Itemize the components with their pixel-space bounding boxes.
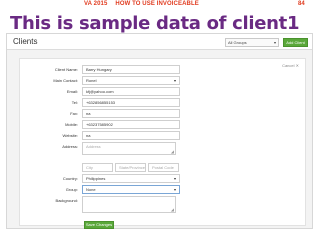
client-name-input[interactable]: Barry Hungary: [82, 65, 180, 74]
main-contact-value: Ronel: [86, 78, 97, 83]
fax-label: Fax:: [70, 111, 78, 116]
group-filter-value: All Groups: [228, 40, 247, 45]
client-form-card: Cancel ✕ Client Name: Barry Hungary Main…: [19, 58, 306, 229]
country-value: Philippines: [86, 176, 106, 181]
main-contact-select[interactable]: Ronel ▾: [82, 76, 180, 85]
app-header: Clients All Groups ▾ Add Client: [7, 34, 312, 50]
cancel-button[interactable]: Cancel ✕: [282, 63, 299, 68]
city-input[interactable]: City: [82, 163, 113, 172]
mobile-label: Mobile:: [65, 122, 78, 127]
group-select[interactable]: None ▾: [82, 185, 180, 194]
client-name-label: Client Name:: [54, 67, 78, 72]
page-title: Clients: [13, 37, 38, 46]
country-select[interactable]: Philippines ▾: [82, 174, 180, 183]
tel-label: Tel:: [71, 100, 78, 105]
background-textarea[interactable]: ◢: [82, 196, 176, 213]
group-filter-select[interactable]: All Groups ▾: [225, 38, 279, 47]
close-icon: ✕: [295, 63, 299, 68]
state-input[interactable]: State/Province: [115, 163, 146, 172]
country-label: Country:: [62, 176, 78, 181]
chevron-down-icon: ▾: [273, 40, 276, 45]
course-subtitle: HOW TO USE INVOICEABLE: [115, 1, 199, 7]
chevron-down-icon: ▾: [173, 176, 176, 181]
website-label: Website:: [62, 133, 79, 138]
slide-title: This is sample data of client1: [10, 13, 300, 34]
fax-field[interactable]: na: [82, 109, 180, 118]
course-code: VA 2015: [84, 1, 108, 7]
group-value: None: [86, 187, 96, 192]
slide-header: VA 2015 HOW TO USE INVOICEABLE 84: [0, 0, 320, 10]
resize-grip-icon[interactable]: ◢: [171, 207, 174, 212]
chevron-down-icon: ▾: [173, 78, 176, 83]
course-label: VA 2015 HOW TO USE INVOICEABLE: [84, 1, 199, 7]
address-label: Address:: [62, 144, 78, 149]
postal-code-input[interactable]: Postal Code: [148, 163, 179, 172]
page-number: 84: [298, 1, 305, 7]
app-window: Clients All Groups ▾ Add Client Cancel ✕…: [6, 33, 313, 229]
email-label: Email:: [66, 89, 78, 94]
website-field[interactable]: na: [82, 131, 180, 140]
resize-grip-icon[interactable]: ◢: [171, 149, 174, 154]
group-label: Group:: [65, 187, 78, 192]
mobile-field[interactable]: +63237585902: [82, 120, 180, 129]
email-field[interactable]: kfj@yahoo.com: [82, 87, 180, 96]
address-placeholder: Address: [86, 144, 101, 149]
cancel-label: Cancel: [282, 63, 295, 68]
main-contact-label: Main Contact:: [53, 78, 78, 83]
save-changes-button[interactable]: Save Changes: [84, 221, 114, 229]
address-textarea[interactable]: Address ◢: [82, 142, 176, 155]
tel-field[interactable]: +632856855153: [82, 98, 180, 107]
background-label: Background:: [55, 198, 78, 203]
add-client-button[interactable]: Add Client: [283, 38, 308, 47]
chevron-down-icon: ▾: [173, 187, 176, 192]
